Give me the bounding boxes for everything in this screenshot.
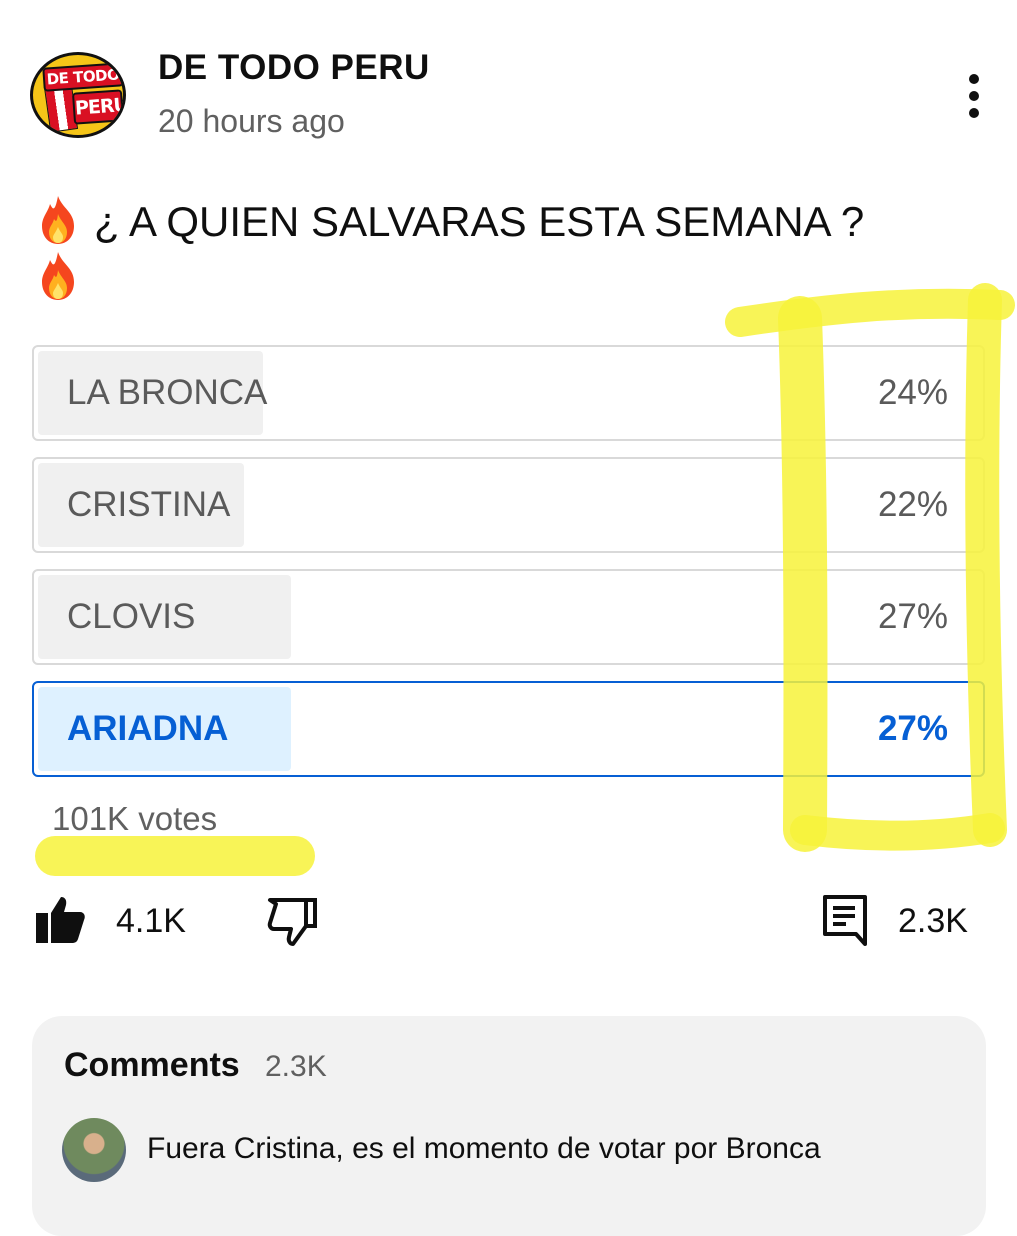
poll-option-percent: 24%	[877, 373, 948, 412]
poll-option[interactable]: CLOVIS 27%	[32, 569, 985, 665]
poll-option-percent: 27%	[877, 709, 948, 748]
comments-count: 2.3K	[265, 1050, 327, 1083]
comment-count: 2.3K	[898, 902, 968, 940]
poll-question-text: ¿ A QUIEN SALVARAS ESTA SEMANA ?	[94, 198, 865, 245]
poll-option-percent: 27%	[877, 597, 948, 636]
avatar-logo-text-bottom: PERU	[71, 89, 123, 125]
like-count: 4.1K	[116, 902, 186, 940]
comment-icon[interactable]	[822, 894, 868, 946]
comments-section[interactable]: Comments 2.3K Fuera Cristina, es el mome…	[32, 1016, 986, 1236]
poll-option[interactable]: CRISTINA 22%	[32, 457, 985, 553]
poll-option-selected[interactable]: ARIADNA 27%	[32, 681, 985, 777]
avatar-logo-text-top: DE TODO	[42, 62, 123, 92]
poll-option-percent: 22%	[877, 485, 948, 524]
poll-option[interactable]: LA BRONCA 24%	[32, 345, 985, 441]
post-timestamp: 20 hours ago	[158, 103, 345, 139]
poll-question: ¿ A QUIEN SALVARAS ESTA SEMANA ?	[36, 194, 966, 306]
poll-option-label: LA BRONCA	[67, 373, 268, 412]
fire-emoji-icon	[42, 196, 74, 244]
thumbs-down-icon[interactable]	[266, 896, 318, 948]
poll-option-label: ARIADNA	[67, 709, 229, 748]
more-options-icon[interactable]	[962, 74, 986, 118]
vote-count: 101K votes	[52, 800, 218, 837]
channel-avatar[interactable]: DE TODO PERU	[30, 52, 126, 138]
comments-title: Comments	[64, 1046, 240, 1084]
channel-name[interactable]: DE TODO PERU	[158, 48, 430, 88]
poll-option-label: CLOVIS	[67, 597, 196, 636]
top-comment-text: Fuera Cristina, es el momento de votar p…	[147, 1132, 821, 1165]
thumbs-up-icon[interactable]	[34, 893, 86, 945]
fire-emoji-icon	[42, 252, 74, 300]
poll-option-label: CRISTINA	[67, 485, 231, 524]
commenter-avatar[interactable]	[62, 1118, 126, 1182]
